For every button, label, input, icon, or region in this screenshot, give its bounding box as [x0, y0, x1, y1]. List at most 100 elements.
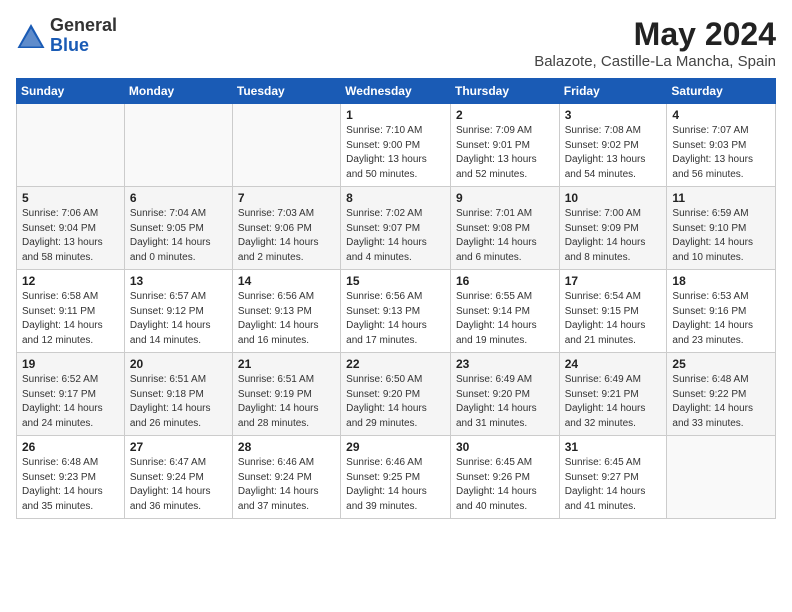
- calendar-cell: 20 Sunrise: 6:51 AM Sunset: 9:18 PM Dayli…: [124, 353, 232, 436]
- day-detail: Sunrise: 6:54 AM Sunset: 9:15 PM Dayligh…: [565, 290, 662, 348]
- day-number: 29: [346, 440, 445, 454]
- day-number: 23: [456, 357, 554, 371]
- day-detail: Sunrise: 6:56 AM Sunset: 9:13 PM Dayligh…: [346, 290, 445, 348]
- calendar-cell: 25 Sunrise: 6:48 AM Sunset: 9:22 PM Dayli…: [667, 353, 776, 436]
- day-detail: Sunrise: 6:51 AM Sunset: 9:18 PM Dayligh…: [130, 373, 227, 431]
- day-number: 9: [456, 191, 554, 205]
- day-number: 10: [565, 191, 662, 205]
- day-number: 19: [22, 357, 119, 371]
- weekday-header: Friday: [559, 79, 667, 104]
- day-detail: Sunrise: 7:09 AM Sunset: 9:01 PM Dayligh…: [456, 124, 554, 182]
- day-detail: Sunrise: 6:45 AM Sunset: 9:26 PM Dayligh…: [456, 456, 554, 514]
- calendar-cell: 4 Sunrise: 7:07 AM Sunset: 9:03 PM Daylig…: [667, 104, 776, 187]
- calendar-cell: 24Sunrise: 6:49 AM Sunset: 9:21 PM Dayli…: [559, 353, 667, 436]
- page-header: General Blue May 2024 Balazote, Castille…: [16, 16, 776, 70]
- day-number: 6: [130, 191, 227, 205]
- day-detail: Sunrise: 7:01 AM Sunset: 9:08 PM Dayligh…: [456, 207, 554, 265]
- day-number: 27: [130, 440, 227, 454]
- calendar-cell: 28 Sunrise: 6:46 AM Sunset: 9:24 PM Dayli…: [232, 436, 340, 519]
- weekday-header: Monday: [124, 79, 232, 104]
- day-detail: Sunrise: 6:47 AM Sunset: 9:24 PM Dayligh…: [130, 456, 227, 514]
- day-detail: Sunrise: 7:06 AM Sunset: 9:04 PM Dayligh…: [22, 207, 119, 265]
- logo-general: General: [50, 16, 117, 36]
- day-number: 31: [565, 440, 662, 454]
- weekday-header: Thursday: [450, 79, 559, 104]
- calendar-cell: 11 Sunrise: 6:59 AM Sunset: 9:10 PM Dayli…: [667, 187, 776, 270]
- weekday-header: Wednesday: [341, 79, 451, 104]
- day-number: 26: [22, 440, 119, 454]
- day-detail: Sunrise: 6:59 AM Sunset: 9:10 PM Dayligh…: [672, 207, 770, 265]
- calendar-cell: [232, 104, 340, 187]
- calendar-cell: 29Sunrise: 6:46 AM Sunset: 9:25 PM Dayli…: [341, 436, 451, 519]
- calendar-cell: 19 Sunrise: 6:52 AM Sunset: 9:17 PM Dayli…: [17, 353, 125, 436]
- day-number: 15: [346, 274, 445, 288]
- calendar-cell: 22 Sunrise: 6:50 AM Sunset: 9:20 PM Dayli…: [341, 353, 451, 436]
- day-number: 1: [346, 108, 445, 122]
- calendar-cell: 2Sunrise: 7:09 AM Sunset: 9:01 PM Daylig…: [450, 104, 559, 187]
- day-detail: Sunrise: 7:03 AM Sunset: 9:06 PM Dayligh…: [238, 207, 335, 265]
- calendar-table: SundayMondayTuesdayWednesdayThursdayFrid…: [16, 78, 776, 519]
- day-detail: Sunrise: 6:48 AM Sunset: 9:23 PM Dayligh…: [22, 456, 119, 514]
- day-number: 8: [346, 191, 445, 205]
- day-number: 4: [672, 108, 770, 122]
- logo: General Blue: [16, 16, 117, 56]
- calendar-week-row: 26 Sunrise: 6:48 AM Sunset: 9:23 PM Dayli…: [17, 436, 776, 519]
- day-number: 18: [672, 274, 770, 288]
- day-detail: Sunrise: 6:52 AM Sunset: 9:17 PM Dayligh…: [22, 373, 119, 431]
- calendar-cell: 14Sunrise: 6:56 AM Sunset: 9:13 PM Dayli…: [232, 270, 340, 353]
- calendar-cell: 31 Sunrise: 6:45 AM Sunset: 9:27 PM Dayli…: [559, 436, 667, 519]
- day-number: 24: [565, 357, 662, 371]
- day-detail: Sunrise: 6:46 AM Sunset: 9:24 PM Dayligh…: [238, 456, 335, 514]
- calendar-cell: 17Sunrise: 6:54 AM Sunset: 9:15 PM Dayli…: [559, 270, 667, 353]
- day-detail: Sunrise: 6:49 AM Sunset: 9:20 PM Dayligh…: [456, 373, 554, 431]
- calendar-cell: 27 Sunrise: 6:47 AM Sunset: 9:24 PM Dayli…: [124, 436, 232, 519]
- day-number: 3: [565, 108, 662, 122]
- calendar-cell: 16 Sunrise: 6:55 AM Sunset: 9:14 PM Dayli…: [450, 270, 559, 353]
- day-number: 28: [238, 440, 335, 454]
- day-number: 21: [238, 357, 335, 371]
- month-title: May 2024: [534, 16, 776, 53]
- day-number: 16: [456, 274, 554, 288]
- calendar-week-row: 1 Sunrise: 7:10 AM Sunset: 9:00 PM Daylig…: [17, 104, 776, 187]
- calendar-cell: 15 Sunrise: 6:56 AM Sunset: 9:13 PM Dayli…: [341, 270, 451, 353]
- day-number: 22: [346, 357, 445, 371]
- day-detail: Sunrise: 6:48 AM Sunset: 9:22 PM Dayligh…: [672, 373, 770, 431]
- day-number: 13: [130, 274, 227, 288]
- day-detail: Sunrise: 7:10 AM Sunset: 9:00 PM Dayligh…: [346, 124, 445, 182]
- day-detail: Sunrise: 7:00 AM Sunset: 9:09 PM Dayligh…: [565, 207, 662, 265]
- day-number: 12: [22, 274, 119, 288]
- day-number: 7: [238, 191, 335, 205]
- day-detail: Sunrise: 6:58 AM Sunset: 9:11 PM Dayligh…: [22, 290, 119, 348]
- calendar-cell: 30Sunrise: 6:45 AM Sunset: 9:26 PM Dayli…: [450, 436, 559, 519]
- weekday-header: Sunday: [17, 79, 125, 104]
- day-number: 25: [672, 357, 770, 371]
- day-detail: Sunrise: 6:51 AM Sunset: 9:19 PM Dayligh…: [238, 373, 335, 431]
- calendar-cell: [124, 104, 232, 187]
- calendar-cell: 21 Sunrise: 6:51 AM Sunset: 9:19 PM Dayli…: [232, 353, 340, 436]
- calendar-cell: 3Sunrise: 7:08 AM Sunset: 9:02 PM Daylig…: [559, 104, 667, 187]
- calendar-cell: 26 Sunrise: 6:48 AM Sunset: 9:23 PM Dayli…: [17, 436, 125, 519]
- weekday-header: Tuesday: [232, 79, 340, 104]
- logo-blue: Blue: [50, 36, 117, 56]
- logo-text: General Blue: [50, 16, 117, 56]
- weekday-header: Saturday: [667, 79, 776, 104]
- day-detail: Sunrise: 6:53 AM Sunset: 9:16 PM Dayligh…: [672, 290, 770, 348]
- day-detail: Sunrise: 7:02 AM Sunset: 9:07 PM Dayligh…: [346, 207, 445, 265]
- calendar-week-row: 19 Sunrise: 6:52 AM Sunset: 9:17 PM Dayli…: [17, 353, 776, 436]
- calendar-cell: 1 Sunrise: 7:10 AM Sunset: 9:00 PM Daylig…: [341, 104, 451, 187]
- location: Balazote, Castille-La Mancha, Spain: [534, 53, 776, 70]
- day-number: 5: [22, 191, 119, 205]
- day-detail: Sunrise: 7:04 AM Sunset: 9:05 PM Dayligh…: [130, 207, 227, 265]
- calendar-cell: 23 Sunrise: 6:49 AM Sunset: 9:20 PM Dayli…: [450, 353, 559, 436]
- calendar-cell: 8 Sunrise: 7:02 AM Sunset: 9:07 PM Daylig…: [341, 187, 451, 270]
- day-detail: Sunrise: 7:07 AM Sunset: 9:03 PM Dayligh…: [672, 124, 770, 182]
- calendar-cell: 10 Sunrise: 7:00 AM Sunset: 9:09 PM Dayli…: [559, 187, 667, 270]
- day-detail: Sunrise: 6:45 AM Sunset: 9:27 PM Dayligh…: [565, 456, 662, 514]
- calendar-week-row: 5 Sunrise: 7:06 AM Sunset: 9:04 PM Daylig…: [17, 187, 776, 270]
- day-number: 11: [672, 191, 770, 205]
- day-detail: Sunrise: 6:55 AM Sunset: 9:14 PM Dayligh…: [456, 290, 554, 348]
- day-detail: Sunrise: 6:50 AM Sunset: 9:20 PM Dayligh…: [346, 373, 445, 431]
- day-number: 20: [130, 357, 227, 371]
- day-number: 14: [238, 274, 335, 288]
- logo-icon: [16, 21, 46, 51]
